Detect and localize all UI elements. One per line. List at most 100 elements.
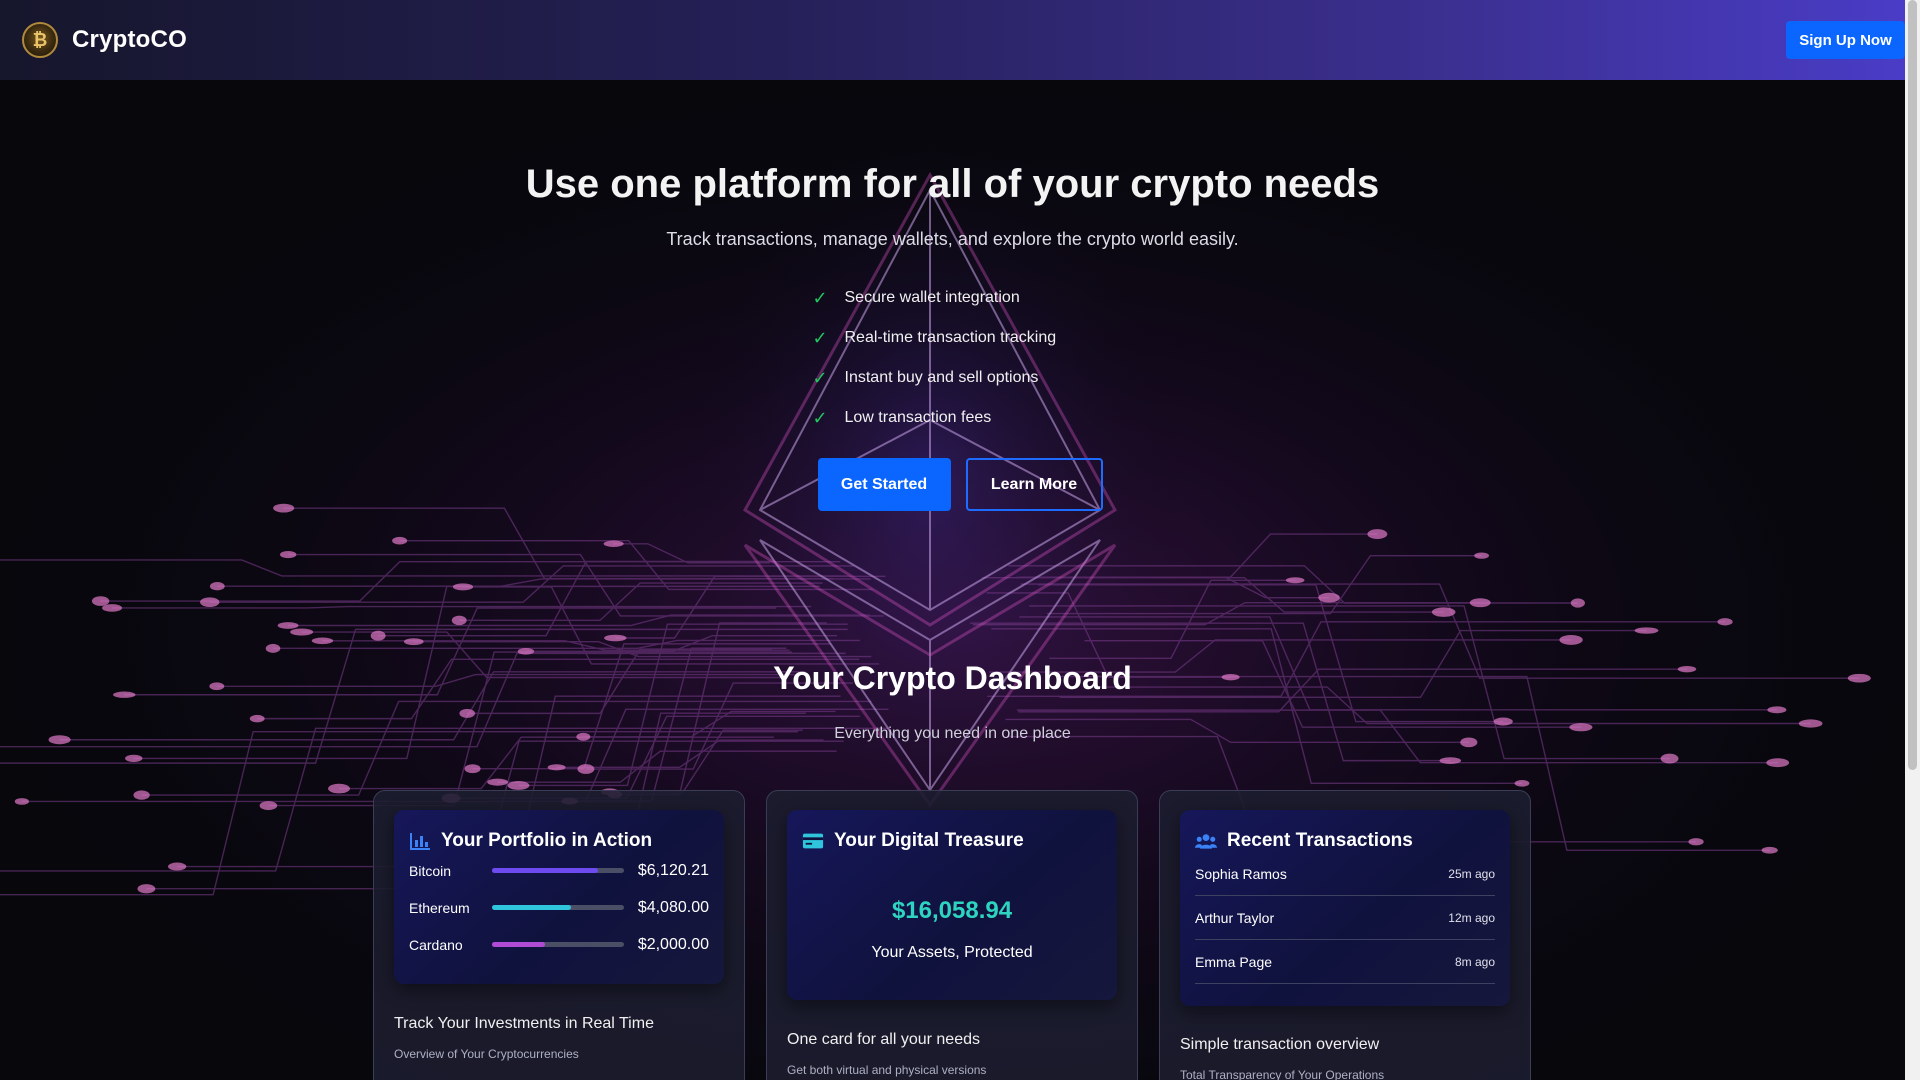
- treasure-note: Get both virtual and physical versions: [787, 1063, 987, 1077]
- dashboard-title: Your Crypto Dashboard: [773, 660, 1132, 696]
- dashboard-header: Your Crypto Dashboard Everything you nee…: [0, 660, 1905, 743]
- circuit-node: [1439, 757, 1462, 765]
- transaction-row[interactable]: Emma Page 8m ago: [1195, 940, 1495, 984]
- circuit-node: [1285, 577, 1305, 584]
- transactions-title-label: Recent Transactions: [1227, 830, 1413, 851]
- get-started-button[interactable]: Get Started: [817, 458, 951, 511]
- circuit-node: [14, 798, 29, 805]
- circuit-node: [1431, 607, 1456, 617]
- check-icon: ✓: [812, 327, 828, 348]
- credit-card-icon: [802, 833, 824, 849]
- circuit-node: [328, 783, 350, 794]
- circuit-node: [603, 540, 624, 548]
- transaction-name: Arthur Taylor: [1195, 909, 1275, 926]
- feature-list: ✓ Secure wallet integration ✓ Real-time tr…: [773, 278, 1133, 438]
- circuit-node: [311, 637, 334, 645]
- circuit-node: [290, 628, 314, 636]
- circuit-node: [403, 638, 424, 646]
- circuit-node: [1474, 552, 1490, 559]
- feature-label: Instant buy and sell options: [844, 369, 1039, 386]
- hero-subtitle: Track transactions, manage wallets, and …: [666, 229, 1239, 249]
- portfolio-row: Bitcoin $6,120.21: [409, 852, 709, 889]
- portfolio-title-label: Your Portfolio in Action: [441, 830, 653, 851]
- circuit-node: [604, 634, 627, 642]
- coin-name: Cardano: [409, 936, 463, 953]
- circuit-node: [102, 604, 123, 612]
- brand-name: CryptoCO: [72, 26, 187, 53]
- sign-up-button[interactable]: Sign Up Now: [1786, 21, 1905, 59]
- treasure-subtitle: Your Assets, Protected: [871, 944, 1033, 961]
- circuit-node: [280, 550, 297, 559]
- transactions-title: Recent Transactions: [1195, 830, 1495, 852]
- learn-more-button[interactable]: Learn More: [965, 458, 1103, 511]
- transaction-name: Sophia Ramos: [1195, 865, 1287, 882]
- circuit-node: [392, 536, 408, 545]
- brand[interactable]: ₿ CryptoCO: [22, 22, 187, 58]
- hero-section: Use one platform for all of your crypto …: [0, 80, 1905, 511]
- circuit-node: [209, 581, 225, 591]
- circuit-node: [1318, 592, 1340, 603]
- circuit-node: [370, 630, 386, 641]
- coin-amount: $6,120.21: [637, 861, 709, 879]
- feature-label: Secure wallet integration: [844, 289, 1020, 306]
- circuit-node: [487, 778, 508, 786]
- feature-item: ✓ Low transaction fees: [813, 398, 1133, 438]
- transaction-time: 8m ago: [1454, 954, 1495, 969]
- bitcoin-coin-logo: ₿: [22, 22, 58, 58]
- coin-amount: $4,080.00: [637, 898, 709, 916]
- circuit-node: [1717, 618, 1733, 626]
- users-icon: [1195, 834, 1217, 849]
- circuit-node: [1469, 598, 1491, 608]
- dashboard-subtitle: Everything you need in one place: [834, 725, 1071, 742]
- treasure-caption: One card for all your needs: [787, 1031, 980, 1048]
- transaction-row[interactable]: Sophia Ramos 25m ago: [1195, 852, 1495, 896]
- portfolio-row: Cardano $2,000.00: [409, 926, 709, 963]
- feature-item: ✓ Instant buy and sell options: [813, 358, 1133, 398]
- circuit-node: [577, 764, 595, 774]
- top-navbar: ₿ CryptoCO Sign Up Now: [0, 0, 1905, 80]
- circuit-node: [125, 754, 143, 763]
- allocation-bar-fill: [492, 905, 572, 910]
- allocation-bar: [492, 905, 624, 910]
- bar-chart-icon: [410, 833, 430, 850]
- treasure-balance: $16,058.94: [891, 897, 1013, 924]
- page-scrollbar[interactable]: [1905, 0, 1920, 1080]
- transactions-panel: Recent Transactions Sophia Ramos 25m ago…: [1180, 810, 1510, 1006]
- portfolio-title: Your Portfolio in Action: [409, 830, 709, 852]
- circuit-node: [1559, 634, 1583, 645]
- treasure-title: Your Digital Treasure: [802, 830, 1102, 852]
- circuit-node: [200, 597, 220, 607]
- transaction-name: Emma Page: [1195, 953, 1273, 970]
- check-icon: ✓: [812, 407, 828, 428]
- treasure-panel: Your Digital Treasure $16,058.94 Your As…: [787, 810, 1117, 1000]
- circuit-node: [265, 643, 281, 653]
- transaction-row[interactable]: Arthur Taylor 12m ago: [1195, 896, 1495, 940]
- hero-buttons: Get Started Learn More: [15, 458, 1905, 511]
- treasure-title-label: Your Digital Treasure: [834, 830, 1024, 851]
- portfolio-panel: Your Portfolio in Action Bitcoin $6,120.…: [394, 810, 724, 984]
- check-icon: ✓: [812, 367, 828, 388]
- circuit-node: [91, 596, 110, 606]
- transactions-note: Total Transparency of Your Operations: [1180, 1068, 1385, 1080]
- circuit-node: [464, 764, 481, 774]
- treasure-card: Your Digital Treasure $16,058.94 Your As…: [766, 790, 1138, 1080]
- circuit-node: [452, 583, 474, 591]
- coin-name: Ethereum: [409, 899, 470, 916]
- feature-label: Real-time transaction tracking: [844, 329, 1057, 346]
- circuit-node: [1367, 529, 1388, 539]
- portfolio-card: Your Portfolio in Action Bitcoin $6,120.…: [373, 790, 745, 1080]
- allocation-bar-fill: [492, 942, 545, 947]
- allocation-bar-fill: [492, 868, 598, 873]
- circuit-node: [133, 790, 150, 800]
- check-icon: ✓: [812, 287, 828, 308]
- circuit-node: [1570, 598, 1585, 608]
- feature-item: ✓ Real-time transaction tracking: [813, 318, 1133, 358]
- circuit-node: [277, 622, 299, 629]
- allocation-bar: [492, 868, 624, 873]
- coin-name: Bitcoin: [409, 862, 452, 879]
- hero-title: Use one platform for all of your crypto …: [525, 162, 1380, 206]
- scroll-thumb[interactable]: [1908, 0, 1917, 770]
- circuit-node: [137, 884, 156, 894]
- circuit-node: [1514, 779, 1530, 787]
- transaction-time: 25m ago: [1448, 866, 1495, 881]
